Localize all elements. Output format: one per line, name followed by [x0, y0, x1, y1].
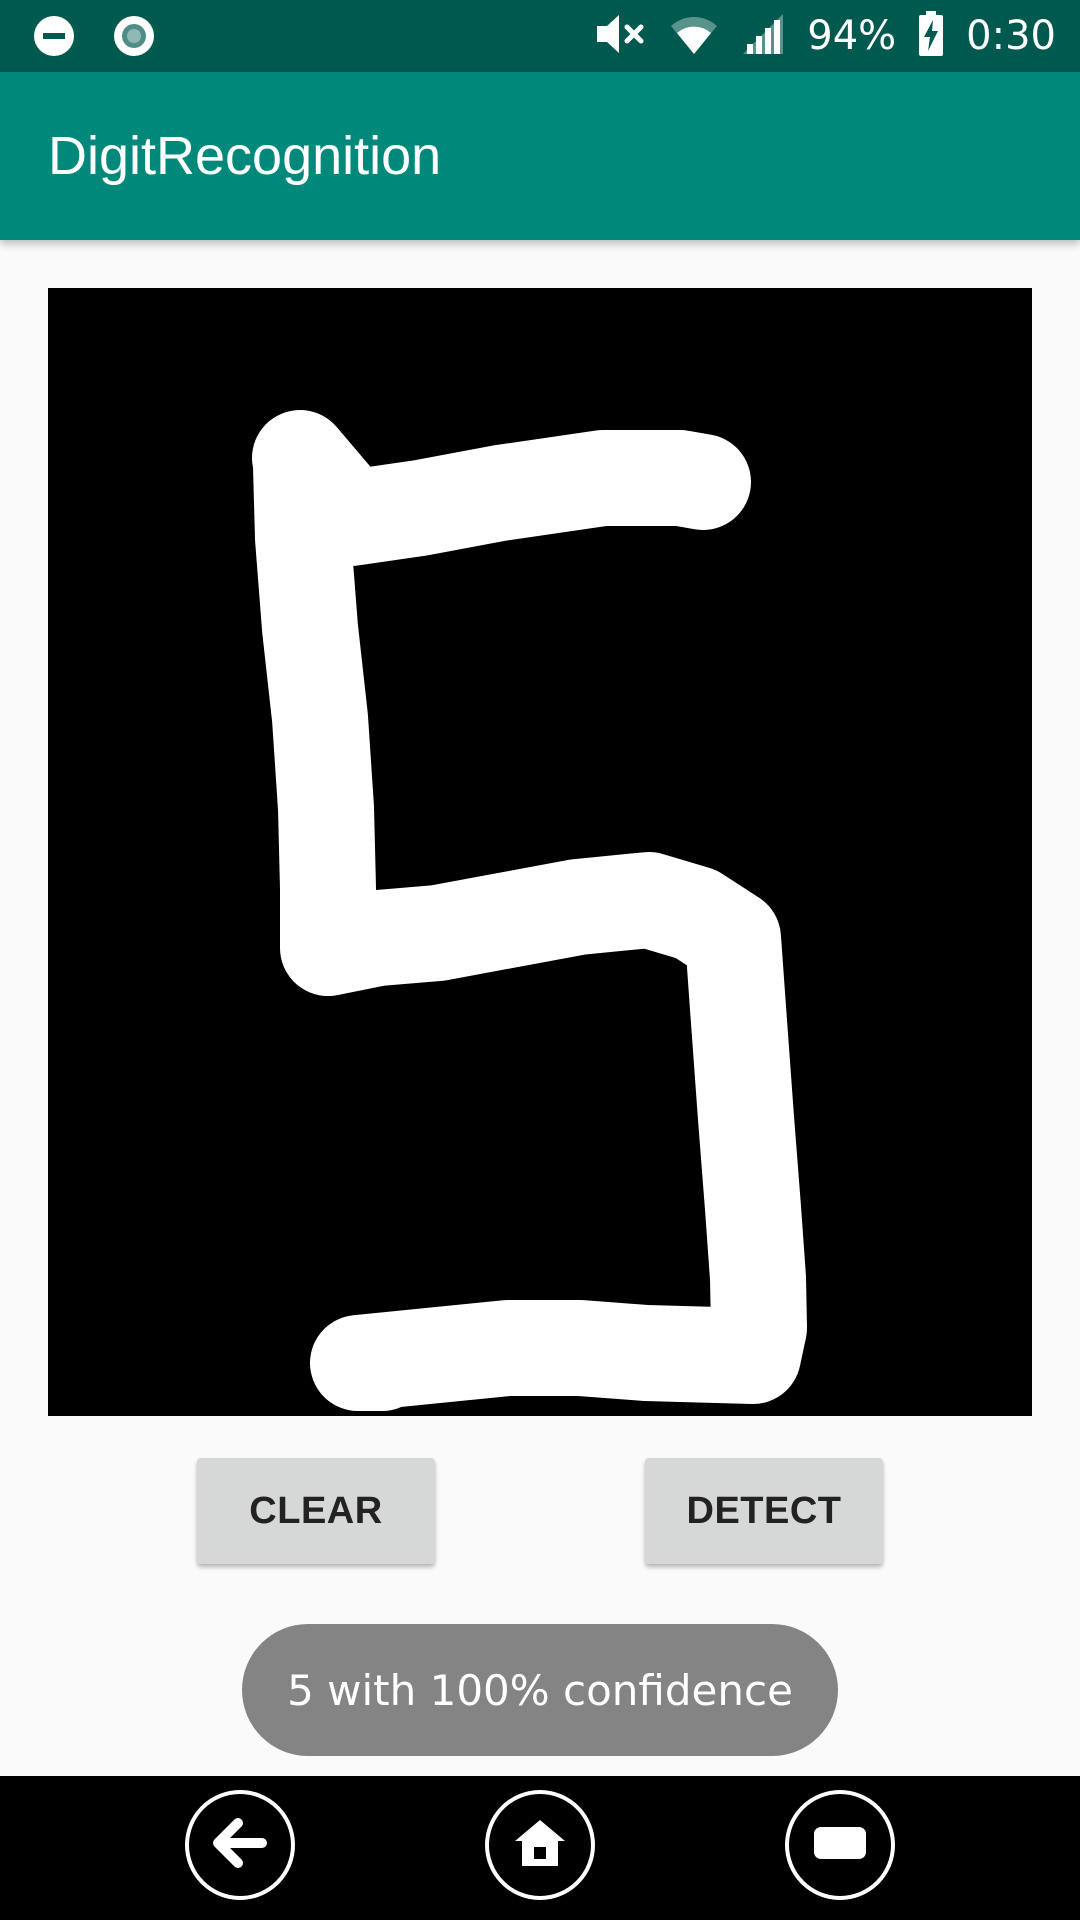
detect-button[interactable]: DETECT — [645, 1458, 883, 1564]
battery-charging-icon — [918, 10, 944, 62]
toast-message: 5 with 100% confidence — [287, 1665, 793, 1715]
status-right-icons: 94% 0:30 — [595, 0, 1056, 72]
back-button[interactable] — [185, 1790, 295, 1900]
home-button[interactable] — [485, 1790, 595, 1900]
record-icon — [112, 14, 156, 63]
navigation-bar — [0, 1776, 1080, 1920]
home-icon — [512, 1817, 568, 1874]
app-bar: DigitRecognition — [0, 72, 1080, 240]
back-icon — [212, 1817, 268, 1874]
recents-icon — [812, 1823, 868, 1868]
app-title: DigitRecognition — [48, 126, 442, 186]
mute-icon — [595, 12, 647, 61]
status-time: 0:30 — [966, 13, 1056, 59]
status-bar: 94% 0:30 — [0, 0, 1080, 72]
screen: 94% 0:30 DigitRecognition CLEAR DETECT 5… — [0, 0, 1080, 1920]
battery-percent: 94% — [807, 13, 897, 59]
clear-button[interactable]: CLEAR — [197, 1458, 435, 1564]
wifi-icon — [669, 12, 719, 61]
result-toast: 5 with 100% confidence — [242, 1624, 838, 1756]
handwritten-stroke — [252, 410, 807, 1411]
dnd-icon — [32, 14, 76, 63]
status-left-icons — [32, 14, 156, 63]
drawing-canvas[interactable] — [48, 288, 1032, 1416]
signal-icon — [741, 12, 785, 61]
recents-button[interactable] — [785, 1790, 895, 1900]
